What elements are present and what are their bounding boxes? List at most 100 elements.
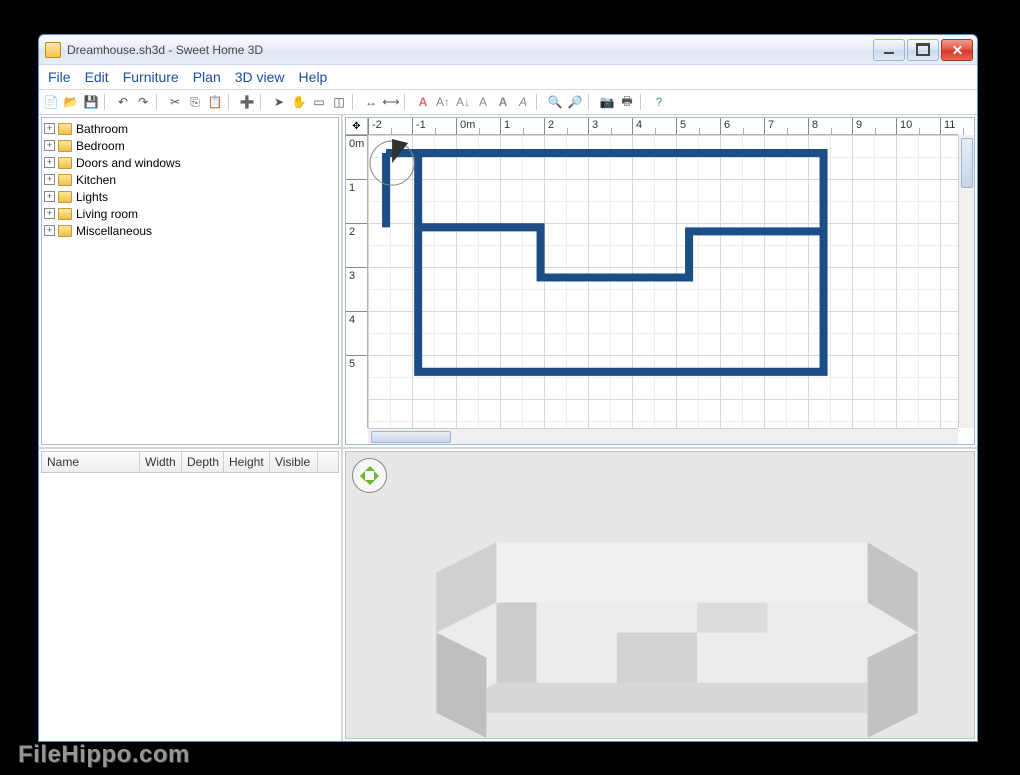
copy-icon[interactable]: ⎘ <box>186 93 204 111</box>
arrow-up-icon[interactable] <box>365 461 375 471</box>
walls-icon[interactable]: ▭ <box>310 93 328 111</box>
ruler-tick: 3 <box>346 267 367 311</box>
help-icon[interactable]: ? <box>650 93 668 111</box>
plan-view[interactable]: ✥ -2-10m1234567891011 0m12345 <box>345 117 975 445</box>
text-bold-icon[interactable]: A <box>494 93 512 111</box>
folder-icon <box>58 208 72 220</box>
tree-item[interactable]: Bedroom <box>44 137 336 154</box>
scrollbar-thumb[interactable] <box>961 138 973 188</box>
room-icon[interactable]: ◫ <box>330 93 348 111</box>
floor-plan-walls[interactable] <box>368 135 958 430</box>
app-icon <box>45 42 61 58</box>
menu-3dview[interactable]: 3D view <box>229 67 291 87</box>
scrollbar-thumb[interactable] <box>371 431 451 443</box>
separator <box>260 94 266 110</box>
open-icon[interactable]: 📂 <box>62 93 80 111</box>
maximize-button[interactable] <box>907 39 939 61</box>
text-size-up-icon[interactable]: A↑ <box>434 93 452 111</box>
arrow-left-icon[interactable] <box>355 471 365 481</box>
tree-item[interactable]: Bathroom <box>44 120 336 137</box>
new-icon[interactable]: 📄 <box>42 93 60 111</box>
watermark: FileHippo.com <box>18 741 190 769</box>
table-header-cell[interactable]: Depth <box>182 452 224 472</box>
dim-icon[interactable]: ↔ <box>362 93 380 111</box>
ruler-tick: 6 <box>720 118 764 134</box>
ruler-tick: 0m <box>456 118 500 134</box>
tree-item[interactable]: Doors and windows <box>44 154 336 171</box>
tree-item[interactable]: Living room <box>44 205 336 222</box>
app-window: Dreamhouse.sh3d - Sweet Home 3D File Edi… <box>38 34 978 742</box>
text-color-icon[interactable]: A <box>474 93 492 111</box>
print-icon[interactable]: 🖶 <box>618 93 636 111</box>
bottom-split: NameWidthDepthHeightVisible <box>39 447 977 741</box>
menu-plan[interactable]: Plan <box>187 67 227 87</box>
expand-icon[interactable] <box>44 225 55 236</box>
furniture-tree[interactable]: BathroomBedroomDoors and windowsKitchenL… <box>41 117 339 445</box>
select-icon[interactable]: ➤ <box>270 93 288 111</box>
arrow-right-icon[interactable] <box>374 471 384 481</box>
paste-icon[interactable]: 📋 <box>206 93 224 111</box>
text-italic-icon[interactable]: A <box>514 93 532 111</box>
expand-icon[interactable] <box>44 123 55 134</box>
tree-item[interactable]: Miscellaneous <box>44 222 336 239</box>
separator <box>352 94 358 110</box>
ruler-vertical: 0m12345 <box>346 135 368 428</box>
ruler-tick: -1 <box>412 118 456 134</box>
cut-icon[interactable]: ✂ <box>166 93 184 111</box>
minimize-button[interactable] <box>873 39 905 61</box>
menu-edit[interactable]: Edit <box>79 67 115 87</box>
text-size-down-icon[interactable]: A↓ <box>454 93 472 111</box>
window-controls <box>873 39 973 61</box>
menu-file[interactable]: File <box>42 67 77 87</box>
save-icon[interactable]: 💾 <box>82 93 100 111</box>
expand-icon[interactable] <box>44 174 55 185</box>
pan-icon[interactable]: ✋ <box>290 93 308 111</box>
expand-icon[interactable] <box>44 140 55 151</box>
arrow-down-icon[interactable] <box>365 480 375 490</box>
ruler-tick: 1 <box>500 118 544 134</box>
ruler-tick: 2 <box>346 223 367 267</box>
ruler-tick: 8 <box>808 118 852 134</box>
menu-help[interactable]: Help <box>293 67 334 87</box>
ruler-origin-icon[interactable]: ✥ <box>346 118 368 135</box>
furniture-table-pane: NameWidthDepthHeightVisible <box>39 449 343 741</box>
scrollbar-vertical[interactable] <box>958 135 974 428</box>
zoom-in-icon[interactable]: 🔍 <box>546 93 564 111</box>
text-icon[interactable]: A <box>414 93 432 111</box>
scrollbar-horizontal[interactable] <box>368 428 958 444</box>
folder-icon <box>58 157 72 169</box>
dim2-icon[interactable]: ⟷ <box>382 93 400 111</box>
ruler-tick: 9 <box>852 118 896 134</box>
folder-icon <box>58 225 72 237</box>
menu-furniture[interactable]: Furniture <box>117 67 185 87</box>
table-header-cell[interactable]: Name <box>42 452 140 472</box>
ruler-tick: 0m <box>346 135 367 179</box>
redo-icon[interactable]: ↷ <box>134 93 152 111</box>
table-header-cell[interactable]: Height <box>224 452 270 472</box>
expand-icon[interactable] <box>44 157 55 168</box>
tree-item[interactable]: Lights <box>44 188 336 205</box>
zoom-out-icon[interactable]: 🔎 <box>566 93 584 111</box>
view-3d-pane[interactable] <box>345 451 975 739</box>
close-button[interactable] <box>941 39 973 61</box>
ruler-tick: 4 <box>346 311 367 355</box>
ruler-tick: 5 <box>346 355 367 399</box>
ruler-tick: 10 <box>896 118 940 134</box>
tree-item-label: Bedroom <box>76 139 125 153</box>
ruler-tick: -2 <box>368 118 412 134</box>
undo-icon[interactable]: ↶ <box>114 93 132 111</box>
expand-icon[interactable] <box>44 191 55 202</box>
separator <box>156 94 162 110</box>
view-3d-model[interactable] <box>346 452 974 749</box>
table-header-cell[interactable]: Visible <box>270 452 318 472</box>
nav-compass-icon[interactable] <box>352 458 387 493</box>
titlebar[interactable]: Dreamhouse.sh3d - Sweet Home 3D <box>39 35 977 65</box>
camera-icon[interactable]: 📷 <box>598 93 616 111</box>
add-furniture-icon[interactable]: ➕ <box>238 93 256 111</box>
tree-item-label: Miscellaneous <box>76 224 152 238</box>
tree-item[interactable]: Kitchen <box>44 171 336 188</box>
top-split: BathroomBedroomDoors and windowsKitchenL… <box>39 115 977 447</box>
expand-icon[interactable] <box>44 208 55 219</box>
ruler-tick: 4 <box>632 118 676 134</box>
table-header-cell[interactable]: Width <box>140 452 182 472</box>
